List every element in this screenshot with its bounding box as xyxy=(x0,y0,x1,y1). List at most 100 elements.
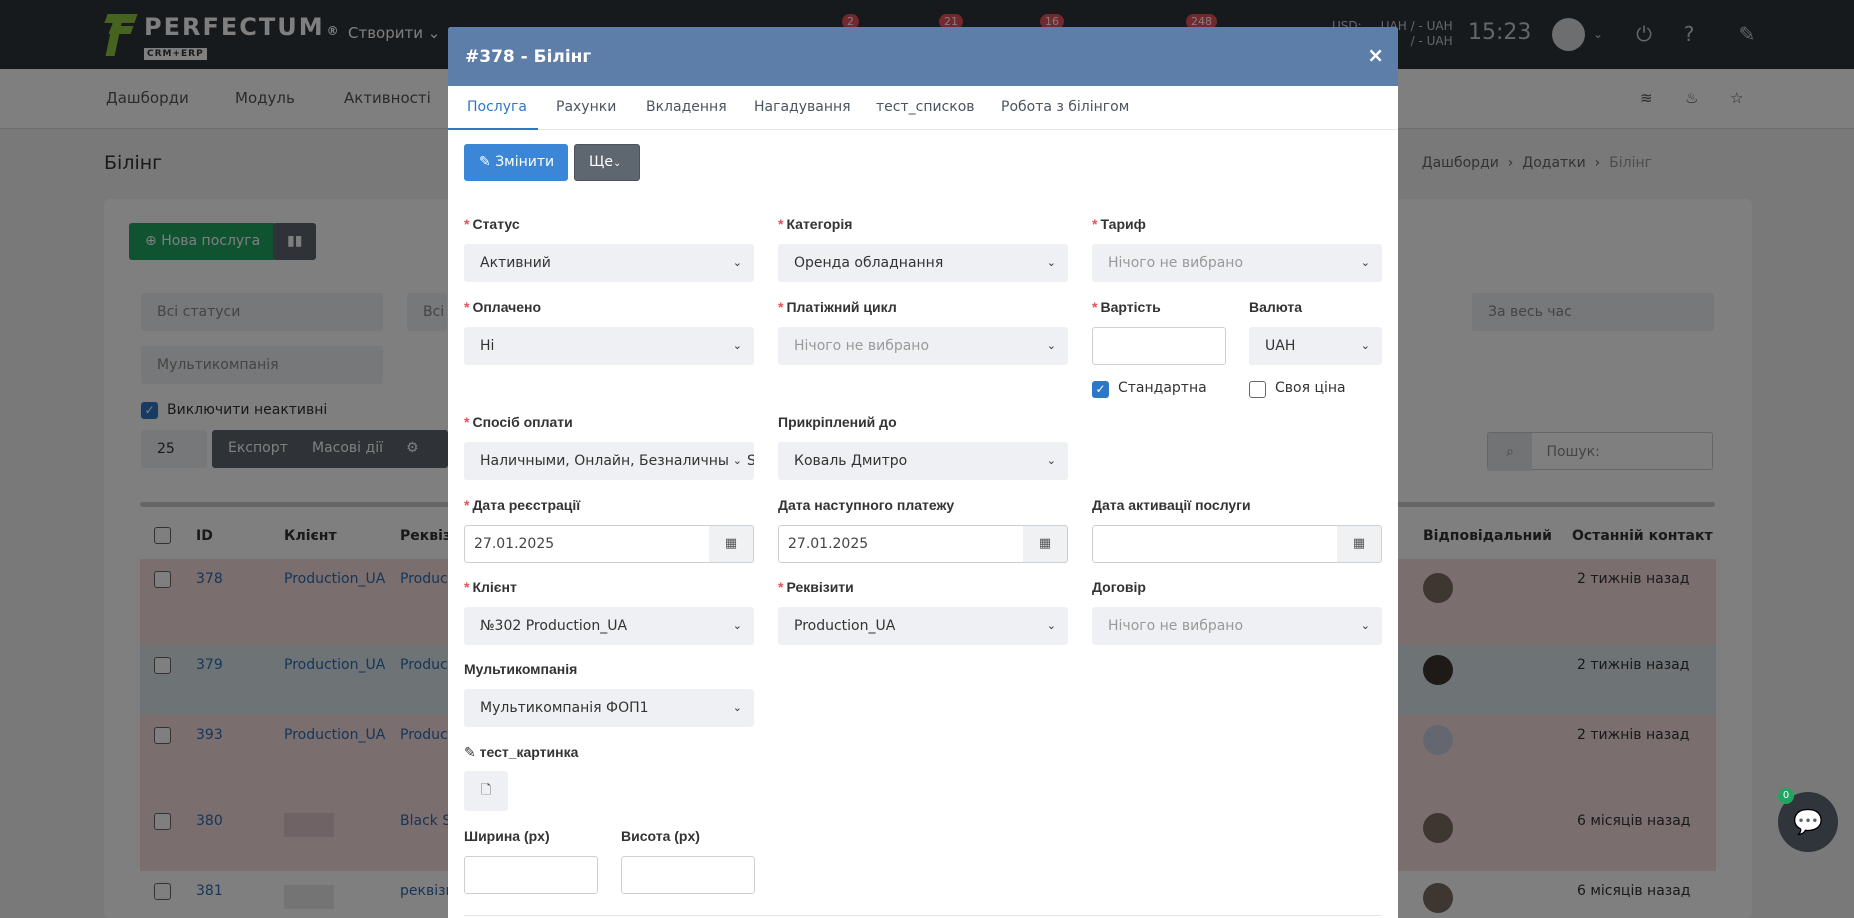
file-upload-icon[interactable]: 🗋 xyxy=(464,771,508,811)
own-price-checkbox[interactable] xyxy=(1249,381,1266,398)
calendar-icon[interactable]: ▦ xyxy=(709,525,754,563)
test-image-label-text: тест_картинка xyxy=(479,744,579,760)
payment-cycle-label-text: Платіжний цикл xyxy=(786,299,897,315)
multicompany-label: Мультикомпанія xyxy=(464,661,578,677)
paid-label-text: Оплачено xyxy=(472,299,542,315)
modal-header: #378 - Білінг × xyxy=(448,27,1398,86)
contract-label: Договір xyxy=(1092,579,1146,595)
modal-title: #378 - Білінг xyxy=(465,46,592,67)
currency-select[interactable]: UAH ⌄ xyxy=(1249,327,1382,365)
width-label: Ширина (px) xyxy=(464,828,550,844)
chevron-down-icon: ⌄ xyxy=(732,619,742,632)
payment-method-select[interactable]: Наличными, Онлайн, Безналичный, S ⌄ xyxy=(464,442,754,480)
standard-label: Стандартна xyxy=(1118,380,1207,396)
active-tab-indicator xyxy=(448,128,538,130)
client-value: №302 Production_UA xyxy=(480,618,628,634)
category-value: Оренда обладнання xyxy=(794,255,944,271)
status-label-text: Статус xyxy=(472,216,520,232)
edit-icon: ✎ xyxy=(464,744,476,760)
client-label-text: Клієнт xyxy=(472,579,517,595)
tariff-select[interactable]: Нічого не вибрано ⌄ xyxy=(1092,244,1382,282)
currency-label: Валюта xyxy=(1249,299,1303,315)
cost-label: * Вартість xyxy=(1092,299,1161,315)
chevron-down-icon: ⌄ xyxy=(1046,619,1056,632)
activation-date-input[interactable] xyxy=(1092,525,1338,563)
paid-value: Ні xyxy=(480,338,495,354)
chevron-down-icon: ⌄ xyxy=(732,701,742,714)
test-image-label: ✎ тест_картинка xyxy=(464,744,578,761)
payment-cycle-select[interactable]: Нічого не вибрано ⌄ xyxy=(778,327,1068,365)
category-label: * Категорія xyxy=(778,216,853,232)
cost-input[interactable] xyxy=(1092,327,1226,365)
payment-method-label: * Спосіб оплати xyxy=(464,414,573,430)
divider xyxy=(464,915,1382,916)
payment-method-label-text: Спосіб оплати xyxy=(472,414,573,430)
tariff-label: * Тариф xyxy=(1092,216,1146,232)
status-label: * Статус xyxy=(464,216,520,232)
chevron-down-icon: ⌄ xyxy=(612,158,622,169)
billing-modal: #378 - Білінг × Послуга Рахунки Вкладенн… xyxy=(448,27,1398,918)
payment-cycle-value: Нічого не вибрано xyxy=(794,338,930,354)
reg-date-label: * Дата реєстрації xyxy=(464,497,581,513)
requisites-label-text: Реквізити xyxy=(786,579,854,595)
calendar-icon[interactable]: ▦ xyxy=(1337,525,1382,563)
more-button-label: Ще xyxy=(589,154,613,170)
height-input[interactable] xyxy=(621,856,755,894)
requisites-select[interactable]: Production_UA ⌄ xyxy=(778,607,1068,645)
category-select[interactable]: Оренда обладнання ⌄ xyxy=(778,244,1068,282)
chevron-down-icon: ⌄ xyxy=(732,339,742,352)
contract-value: Нічого не вибрано xyxy=(1108,618,1244,634)
cost-label-text: Вартість xyxy=(1100,299,1161,315)
chevron-down-icon: ⌄ xyxy=(1360,339,1370,352)
requisites-value: Production_UA xyxy=(794,618,896,634)
chevron-down-icon: ⌄ xyxy=(729,442,742,480)
payment-cycle-label: * Платіжний цикл xyxy=(778,299,897,315)
tab-billing-work[interactable]: Робота з білінгом xyxy=(1001,99,1129,115)
tab-service[interactable]: Послуга xyxy=(467,99,527,115)
chevron-down-icon: ⌄ xyxy=(1046,339,1056,352)
tariff-value: Нічого не вибрано xyxy=(1108,255,1244,271)
next-payment-label: Дата наступного платежу xyxy=(778,497,955,513)
chevron-down-icon: ⌄ xyxy=(1360,256,1370,269)
requisites-label: * Реквізити xyxy=(778,579,854,595)
tab-invoices[interactable]: Рахунки xyxy=(556,99,616,115)
attached-to-value: Коваль Дмитро xyxy=(794,453,908,469)
edit-button-label: Змінити xyxy=(495,154,555,170)
reg-date-input[interactable]: 27.01.2025 xyxy=(464,525,710,563)
currency-value: UAH xyxy=(1265,338,1296,354)
pencil-icon: ✎ xyxy=(479,154,491,170)
payment-method-value: Наличными, Онлайн, Безналичный, S xyxy=(480,453,754,469)
client-select[interactable]: №302 Production_UA ⌄ xyxy=(464,607,754,645)
height-label: Висота (px) xyxy=(621,828,700,844)
attached-to-label: Прикріплений до xyxy=(778,414,897,430)
next-payment-input[interactable]: 27.01.2025 xyxy=(778,525,1024,563)
chevron-down-icon: ⌄ xyxy=(1046,256,1056,269)
activation-date-label: Дата активації послуги xyxy=(1092,497,1251,513)
paid-label: * Оплачено xyxy=(464,299,542,315)
chevron-down-icon: ⌄ xyxy=(1360,619,1370,632)
tab-attachments[interactable]: Вкладення xyxy=(646,99,727,115)
chevron-down-icon: ⌄ xyxy=(1046,454,1056,467)
edit-button[interactable]: ✎ Змінити xyxy=(464,144,568,181)
reg-date-label-text: Дата реєстрації xyxy=(472,497,581,513)
calendar-icon[interactable]: ▦ xyxy=(1023,525,1068,563)
tariff-label-text: Тариф xyxy=(1100,216,1146,232)
contract-select[interactable]: Нічого не вибрано ⌄ xyxy=(1092,607,1382,645)
tab-reminders[interactable]: Нагадування xyxy=(754,99,851,115)
status-select[interactable]: Активний ⌄ xyxy=(464,244,754,282)
own-price-label: Своя ціна xyxy=(1275,380,1346,396)
width-input[interactable] xyxy=(464,856,598,894)
category-label-text: Категорія xyxy=(786,216,853,232)
chevron-down-icon: ⌄ xyxy=(732,256,742,269)
close-icon[interactable]: × xyxy=(1367,43,1384,67)
chat-badge: 0 xyxy=(1778,788,1794,804)
attached-to-select[interactable]: Коваль Дмитро ⌄ xyxy=(778,442,1068,480)
status-value: Активний xyxy=(480,255,551,271)
multicompany-select[interactable]: Мультикомпанія ФОП1 ⌄ xyxy=(464,689,754,727)
tab-test-lists[interactable]: тест_списков xyxy=(876,99,975,115)
more-button[interactable]: Ще⌄ xyxy=(574,144,640,181)
standard-checkbox[interactable]: ✓ xyxy=(1092,381,1109,398)
paid-select[interactable]: Ні ⌄ xyxy=(464,327,754,365)
multicompany-value: Мультикомпанія ФОП1 xyxy=(480,700,649,716)
modal-tabs: Послуга Рахунки Вкладення Нагадування те… xyxy=(448,86,1398,130)
